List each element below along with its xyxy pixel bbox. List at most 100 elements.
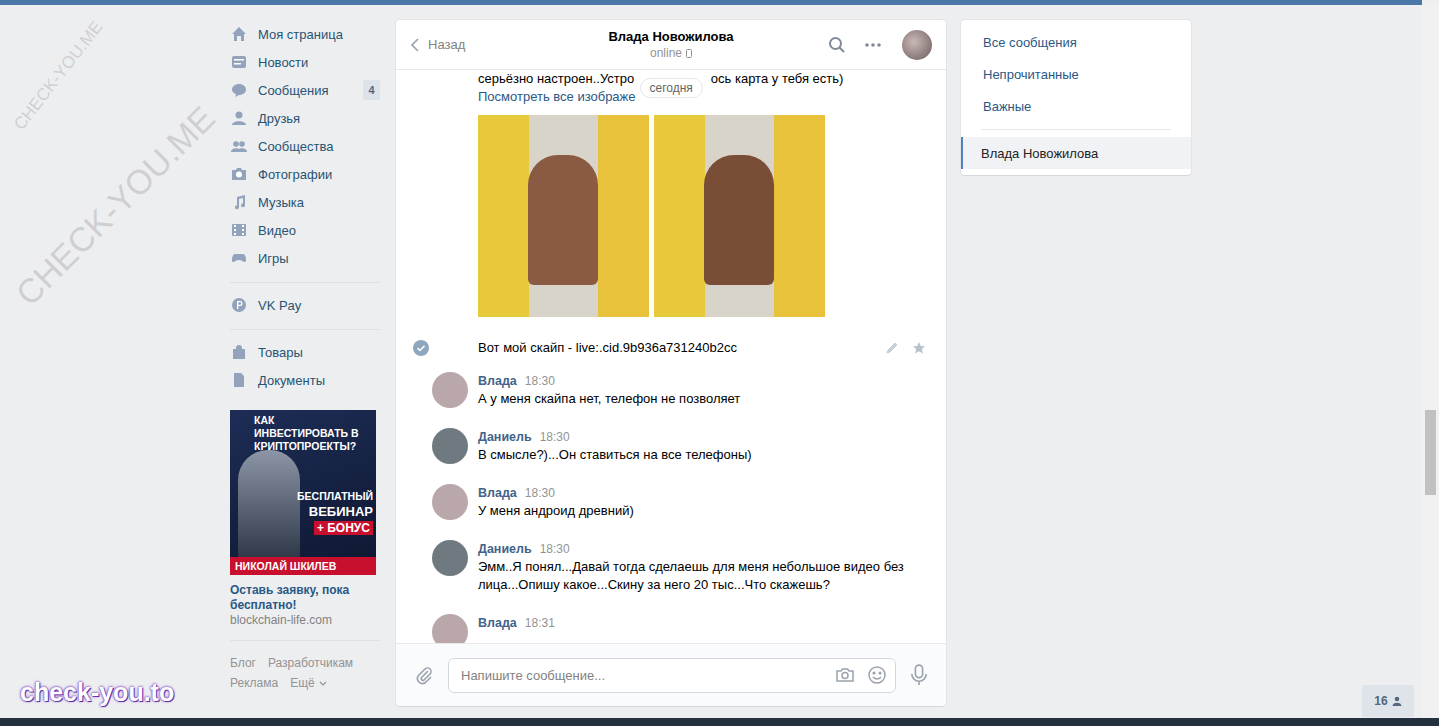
chevron-down-icon xyxy=(319,681,327,686)
top-bar xyxy=(0,0,1422,5)
nav-item[interactable]: Игры xyxy=(230,244,380,272)
message-time: 18:30 xyxy=(540,428,570,446)
page: Моя страница Новости Сообщения 4 Друзья … xyxy=(0,0,1439,726)
author-avatar[interactable] xyxy=(432,614,468,643)
nav-item[interactable]: Друзья xyxy=(230,104,380,132)
message-list: серьёзно настроен..Устро Посмотреть все … xyxy=(396,70,946,643)
footer-link[interactable]: Разработчикам xyxy=(268,655,353,671)
pay-icon xyxy=(231,297,247,313)
video-icon xyxy=(231,222,247,238)
author-name[interactable]: Даниель xyxy=(478,428,532,446)
online-friends-badge[interactable]: 16 xyxy=(1362,685,1414,717)
view-all-images-link[interactable]: Посмотреть все изображе xyxy=(478,88,636,106)
conversation-item[interactable]: Влада Новожилова xyxy=(961,137,1191,169)
watermark: CHECK-YOU.ME xyxy=(8,99,223,314)
nav-item[interactable]: Новости xyxy=(230,48,380,76)
music-icon xyxy=(231,194,247,210)
footer-links: Блог Разработчикам Реклама Ещё xyxy=(230,655,380,691)
message: Даниель18:30 Эмм..Я понял...Давай тогда … xyxy=(432,534,926,608)
footer-link[interactable]: Реклама xyxy=(230,675,278,691)
site-watermark: check-you.to xyxy=(20,678,174,707)
chat-header: Назад Влада Новожилова online xyxy=(396,20,946,70)
search-icon[interactable] xyxy=(828,36,846,54)
microphone-icon[interactable] xyxy=(910,664,928,686)
nav-item[interactable]: Документы xyxy=(230,366,380,394)
nav-item[interactable]: VK Pay xyxy=(230,291,380,319)
taskbar xyxy=(0,718,1439,726)
scrollbar[interactable] xyxy=(1422,5,1439,718)
nav-item[interactable]: Сообщества xyxy=(230,132,380,160)
watermark: CHECK-YOU.ME xyxy=(10,18,107,135)
message-time: 18:30 xyxy=(525,372,555,390)
author-name[interactable]: Даниель xyxy=(478,540,532,558)
author-avatar[interactable] xyxy=(432,484,468,520)
back-button[interactable]: Назад xyxy=(396,37,608,52)
ad-domain: blockchain-life.com xyxy=(230,613,380,628)
person-icon xyxy=(1392,696,1402,706)
games-icon xyxy=(231,250,247,266)
message: Влада18:30 А у меня скайпа нет, телефон … xyxy=(432,366,926,422)
ad-title[interactable]: Оставь заявку, пока бесплатно! xyxy=(230,583,380,613)
message-time: 18:31 xyxy=(525,614,555,632)
nav-separator xyxy=(230,329,380,330)
groups-icon xyxy=(231,138,247,154)
goods-icon xyxy=(231,344,247,360)
message-input[interactable]: Напишите сообщение... xyxy=(448,658,896,693)
side-nav: Моя страница Новости Сообщения 4 Друзья … xyxy=(230,20,380,691)
nav-item[interactable]: Товары xyxy=(230,338,380,366)
camera-icon[interactable] xyxy=(835,665,855,685)
nav-item[interactable]: Сообщения 4 xyxy=(230,76,380,104)
message-time: 18:30 xyxy=(540,540,570,558)
filter-item[interactable]: Важные xyxy=(961,90,1191,122)
photo[interactable] xyxy=(478,115,649,317)
own-message[interactable]: Вот мой скайп - live:.cid.9b936a731240b2… xyxy=(413,330,926,366)
back-arrow-icon xyxy=(411,38,419,52)
ad[interactable]: КАК ИНВЕСТИРОВАТЬ В КРИПТОПРОЕКТЫ? БЕСПЛ… xyxy=(230,410,380,628)
author-avatar[interactable] xyxy=(432,540,468,576)
photo[interactable] xyxy=(654,115,825,317)
online-status: online xyxy=(608,45,733,62)
author-avatar[interactable] xyxy=(432,372,468,408)
attach-icon[interactable] xyxy=(414,665,434,685)
date-pill: сегодня xyxy=(640,78,703,98)
emoji-icon[interactable] xyxy=(867,665,887,685)
composer: Напишите сообщение... xyxy=(396,643,946,706)
home-icon xyxy=(231,26,247,42)
message-filters: Все сообщенияНепрочитанныеВажные Влада Н… xyxy=(961,20,1191,175)
more-icon[interactable] xyxy=(864,36,882,54)
chat-title[interactable]: Влада Новожилова xyxy=(608,28,733,45)
unread-badge: 4 xyxy=(363,80,380,100)
filter-item[interactable]: Все сообщения xyxy=(961,26,1191,58)
message-continuation: серьёзно настроен..Устро Посмотреть все … xyxy=(478,70,926,106)
docs-icon xyxy=(231,372,247,388)
ad-banner[interactable]: КАК ИНВЕСТИРОВАТЬ В КРИПТОПРОЕКТЫ? БЕСПЛ… xyxy=(230,410,376,575)
star-icon[interactable] xyxy=(912,341,926,355)
check-icon[interactable] xyxy=(413,340,429,356)
footer-link[interactable]: Ещё xyxy=(290,675,327,691)
author-avatar[interactable] xyxy=(432,428,468,464)
filter-item[interactable]: Непрочитанные xyxy=(961,58,1191,90)
nav-item[interactable]: Моя страница xyxy=(230,20,380,48)
nav-separator xyxy=(230,640,380,641)
author-name[interactable]: Влада xyxy=(478,484,517,502)
ad-person xyxy=(238,450,300,558)
edit-icon[interactable] xyxy=(885,341,899,355)
friends-icon xyxy=(231,110,247,126)
footer-link[interactable]: Блог xyxy=(230,655,256,671)
news-icon xyxy=(231,54,247,70)
nav-item[interactable]: Фотографии xyxy=(230,160,380,188)
author-name[interactable]: Влада xyxy=(478,372,517,390)
phone-icon xyxy=(686,49,692,58)
scrollbar-thumb[interactable] xyxy=(1425,410,1436,495)
author-name[interactable]: Влада xyxy=(478,614,517,632)
photo-icon xyxy=(231,166,247,182)
nav-item[interactable]: Видео xyxy=(230,216,380,244)
contact-avatar[interactable] xyxy=(902,30,932,60)
photo-attachments xyxy=(478,115,926,317)
filter-separator xyxy=(981,129,1171,130)
message: Влада 18:31 xyxy=(432,608,926,643)
nav-separator xyxy=(230,282,380,283)
chat-panel: Назад Влада Новожилова online серьёзно н… xyxy=(396,20,946,706)
nav-item[interactable]: Музыка xyxy=(230,188,380,216)
message: Влада18:30 У меня андроид древний) xyxy=(432,478,926,534)
